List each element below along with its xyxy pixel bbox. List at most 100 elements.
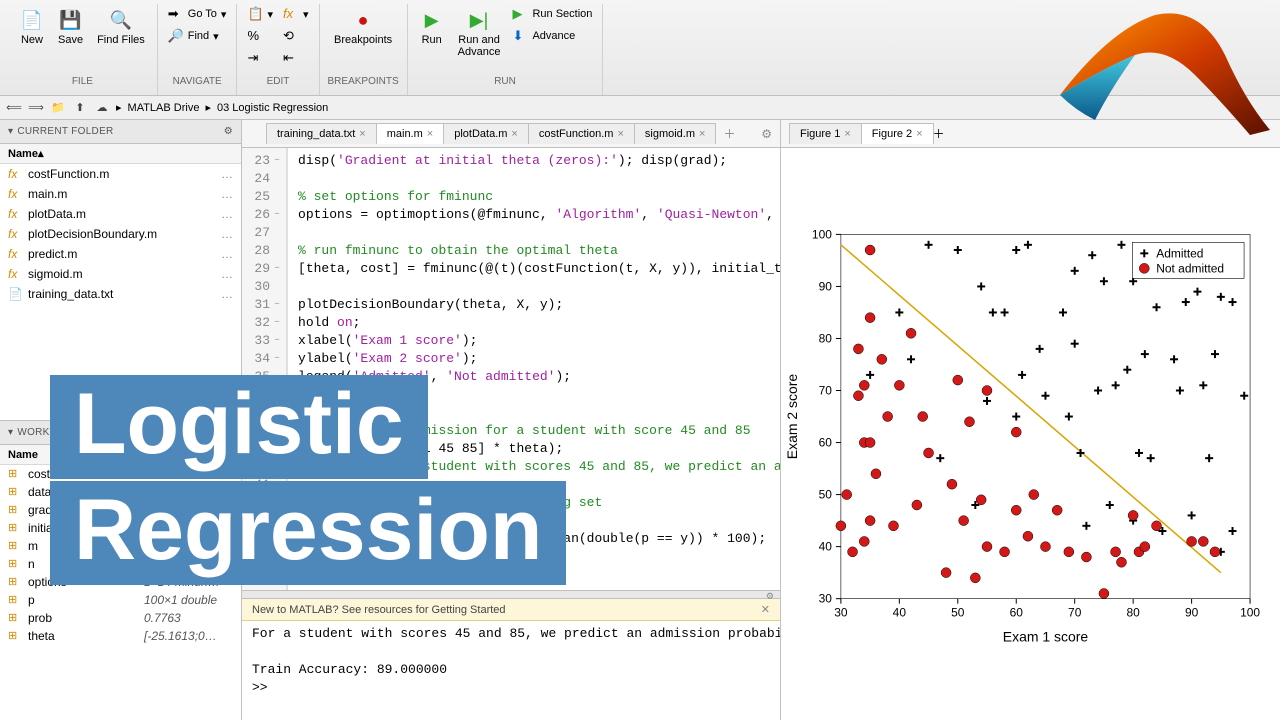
edit-comment-button[interactable]: % bbox=[245, 26, 275, 46]
gear-icon[interactable]: ⚙ bbox=[224, 427, 233, 438]
figure-tab[interactable]: Figure 2× bbox=[861, 123, 934, 144]
find-button[interactable]: 🔎Find ▾ bbox=[166, 26, 229, 46]
figure-add-button[interactable]: ＋ bbox=[933, 125, 945, 142]
run-button[interactable]: ▶Run bbox=[416, 4, 448, 50]
figure-tab[interactable]: Figure 1× bbox=[789, 123, 862, 144]
save-icon: 💾 bbox=[59, 8, 83, 32]
workspace-row[interactable]: ⊞p100×1 double bbox=[0, 591, 241, 609]
file-row[interactable]: fxpredict.m… bbox=[0, 244, 241, 264]
workspace-row[interactable]: ⊞cost0.2035 bbox=[0, 465, 241, 483]
edit-outdent-button[interactable]: ⇤ bbox=[281, 48, 311, 68]
figure-area[interactable]: 3040506070809010030405060708090100Exam 1… bbox=[781, 148, 1280, 720]
cmd-gear-btn[interactable]: ⚙ bbox=[242, 591, 780, 599]
cmd-banner: New to MATLAB? See resources for Getting… bbox=[242, 599, 780, 621]
cloud-icon: ☁ bbox=[94, 100, 110, 116]
workspace-row[interactable]: ⊞options1×1 Fminun… bbox=[0, 573, 241, 591]
advance-icon: ⬇ bbox=[512, 28, 528, 44]
chevron-down-icon[interactable]: ▾ bbox=[8, 126, 13, 137]
svg-text:90: 90 bbox=[819, 279, 833, 293]
svg-text:40: 40 bbox=[819, 540, 833, 554]
chevron-down-icon[interactable]: ▾ bbox=[8, 427, 13, 438]
close-icon[interactable]: × bbox=[427, 128, 433, 140]
find-files-icon: 🔍 bbox=[109, 8, 133, 32]
svg-text:80: 80 bbox=[819, 331, 833, 345]
editor-tab[interactable]: training_data.txt× bbox=[266, 123, 377, 144]
workspace-table: ⊞cost0.2035⊞data100×3 double⊞grad[-0.100… bbox=[0, 465, 241, 720]
edit-fx-button[interactable]: fx▾ bbox=[281, 4, 311, 24]
close-icon[interactable]: × bbox=[511, 128, 517, 140]
workspace-row[interactable]: ⊞theta[-25.1613;0… bbox=[0, 627, 241, 645]
svg-text:Admitted: Admitted bbox=[1156, 246, 1203, 260]
close-icon[interactable]: × bbox=[844, 128, 850, 140]
workspace-row[interactable]: ⊞initial_th…[0;0;0] bbox=[0, 519, 241, 537]
tab-gear-icon[interactable]: ⚙ bbox=[753, 127, 780, 141]
find-files-button[interactable]: 🔍Find Files bbox=[93, 4, 149, 50]
svg-text:50: 50 bbox=[951, 606, 965, 620]
file-row[interactable]: fxsigmoid.m… bbox=[0, 264, 241, 284]
svg-text:60: 60 bbox=[1010, 606, 1024, 620]
svg-text:70: 70 bbox=[819, 384, 833, 398]
file-row[interactable]: fxplotData.m… bbox=[0, 204, 241, 224]
file-row[interactable]: fxmain.m… bbox=[0, 184, 241, 204]
svg-text:60: 60 bbox=[819, 436, 833, 450]
group-edit-label: EDIT bbox=[267, 74, 290, 87]
breadcrumb-sep: ▸ bbox=[205, 101, 211, 114]
close-icon[interactable]: × bbox=[699, 128, 705, 140]
code-editor[interactable]: 23–24 25 26–27 28 29–30 31–32–33–34–35–3… bbox=[242, 148, 780, 590]
run-advance-icon: ▶| bbox=[467, 8, 491, 32]
gear-icon[interactable]: ⚙ bbox=[224, 126, 233, 137]
workspace-row[interactable]: ⊞m100 bbox=[0, 537, 241, 555]
breadcrumb-folder[interactable]: 03 Logistic Regression bbox=[217, 102, 328, 114]
workspace-row[interactable]: ⊞data100×3 double bbox=[0, 483, 241, 501]
breakpoints-button[interactable]: ●Breakpoints bbox=[330, 4, 396, 50]
editor-tabs: training_data.txt×main.m×plotData.m×cost… bbox=[242, 120, 780, 148]
svg-text:70: 70 bbox=[1068, 606, 1082, 620]
goto-button[interactable]: ➡Go To ▾ bbox=[166, 4, 229, 24]
editor-tab[interactable]: costFunction.m× bbox=[528, 123, 635, 144]
banner-close-icon[interactable]: ✕ bbox=[761, 603, 770, 616]
file-row[interactable]: fxplotDecisionBoundary.m… bbox=[0, 224, 241, 244]
svg-text:40: 40 bbox=[893, 606, 907, 620]
file-row[interactable]: fxcostFunction.m… bbox=[0, 164, 241, 184]
workspace-row[interactable]: ⊞grad[-0.1000;-1… bbox=[0, 501, 241, 519]
file-row[interactable]: 📄training_data.txt… bbox=[0, 284, 241, 304]
file-col-name[interactable]: Name ▴ bbox=[0, 144, 241, 164]
svg-text:100: 100 bbox=[1240, 606, 1260, 620]
advance-button[interactable]: ⬇Advance bbox=[510, 26, 594, 46]
up-icon[interactable]: ⬆ bbox=[72, 100, 88, 116]
close-icon[interactable]: × bbox=[916, 128, 922, 140]
workspace-row[interactable]: ⊞prob0.7763 bbox=[0, 609, 241, 627]
close-icon[interactable]: × bbox=[359, 128, 365, 140]
nav-fwd-icon[interactable]: ⟹ bbox=[28, 100, 44, 116]
breadcrumb-sep: ▸ bbox=[116, 101, 122, 114]
current-folder-header: ▾ CURRENT FOLDER ⚙ bbox=[0, 120, 241, 144]
svg-text:100: 100 bbox=[812, 227, 832, 241]
folder-icon[interactable]: 📁 bbox=[50, 100, 66, 116]
address-bar: ⟸ ⟹ 📁 ⬆ ☁ ▸ MATLAB Drive ▸ 03 Logistic R… bbox=[0, 96, 1280, 120]
close-icon[interactable]: × bbox=[617, 128, 623, 140]
new-button[interactable]: 📄New bbox=[16, 4, 48, 50]
save-button[interactable]: 💾Save bbox=[54, 4, 87, 50]
fx-icon: fx bbox=[283, 6, 299, 22]
editor-tab[interactable]: sigmoid.m× bbox=[634, 123, 717, 144]
run-section-button[interactable]: ▶Run Section bbox=[510, 4, 594, 24]
tab-add-button[interactable]: ＋ bbox=[715, 125, 743, 142]
run-icon: ▶ bbox=[420, 8, 444, 32]
edit-indent-button[interactable]: ⇥ bbox=[245, 48, 275, 68]
edit-refactor-button[interactable]: ⟲ bbox=[281, 26, 311, 46]
workspace-header: ▾ WORKSPACE ⚙ bbox=[0, 421, 241, 445]
editor-tab[interactable]: main.m× bbox=[376, 123, 445, 144]
workspace-row[interactable]: ⊞n2 bbox=[0, 555, 241, 573]
svg-text:Not admitted: Not admitted bbox=[1156, 261, 1224, 275]
command-window[interactable]: ⚙ New to MATLAB? See resources for Getti… bbox=[242, 590, 780, 720]
edit-insert-button[interactable]: 📋▾ bbox=[245, 4, 275, 24]
outdent-icon: ⇤ bbox=[283, 50, 299, 66]
ws-col-name[interactable]: Name bbox=[0, 445, 241, 465]
run-section-icon: ▶ bbox=[512, 6, 528, 22]
run-advance-button[interactable]: ▶|Run and Advance bbox=[454, 4, 505, 62]
editor-tab[interactable]: plotData.m× bbox=[443, 123, 529, 144]
toolbar-ribbon: 📄New 💾Save 🔍Find Files FILE ➡Go To ▾ 🔎Fi… bbox=[0, 0, 1280, 96]
svg-text:Exam 2 score: Exam 2 score bbox=[784, 374, 800, 460]
nav-back-icon[interactable]: ⟸ bbox=[6, 100, 22, 116]
breadcrumb-root[interactable]: MATLAB Drive bbox=[128, 102, 200, 114]
